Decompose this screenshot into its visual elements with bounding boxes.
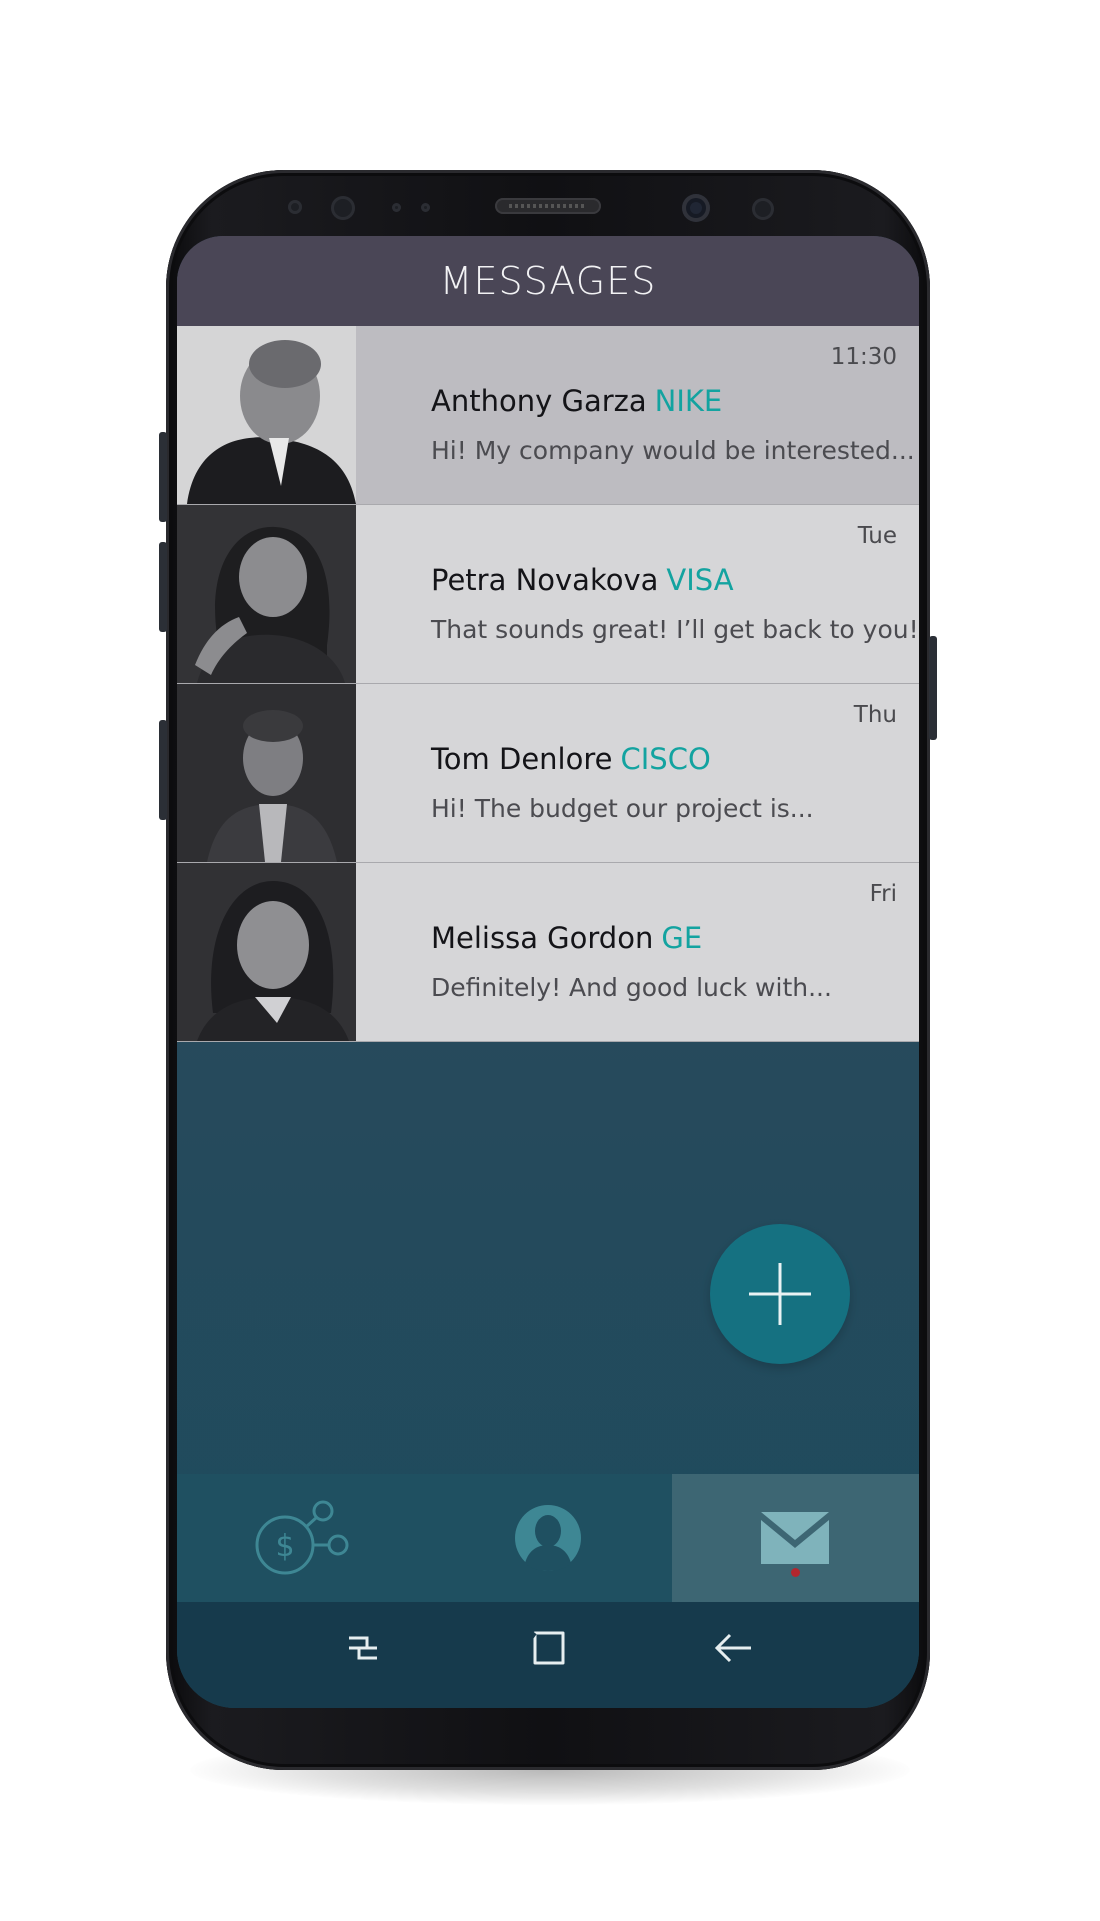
unread-indicator <box>791 1568 801 1577</box>
light-sensor-icon <box>421 203 430 212</box>
message-timestamp: 11:30 <box>830 344 897 370</box>
message-list: 11:30 Anthony Garza NIKE Hi! My company w… <box>177 326 919 1042</box>
mail-icon <box>761 1512 830 1564</box>
recent-apps-button[interactable] <box>338 1623 388 1673</box>
plus-icon <box>749 1263 811 1325</box>
message-row-petra-novakova[interactable]: Tue Petra Novakova VISA That sounds great… <box>177 505 919 684</box>
power-button <box>929 636 937 740</box>
message-timestamp: Fri <box>869 881 897 907</box>
message-preview: Definitely! And good luck with... <box>431 973 832 1002</box>
bixby-button <box>159 720 167 820</box>
page-title: MESSAGES <box>439 259 657 303</box>
bottom-nav: $ <box>177 1474 919 1602</box>
earpiece-speaker <box>495 198 601 214</box>
sensor-icon <box>288 200 302 214</box>
message-sender: Petra Novakova VISA <box>431 563 734 597</box>
tab-messages[interactable] <box>671 1474 919 1602</box>
iris-camera-icon <box>752 198 774 220</box>
proximity-sensor-icon <box>392 203 401 212</box>
screen: MESSAGES 11:30 Anthony Garza NIKE Hi! My… <box>177 236 919 1708</box>
sender-name: Melissa Gordon <box>431 921 654 955</box>
message-row-tom-denlore[interactable]: Thu Tom Denlore CISCO Hi! The budget our … <box>177 684 919 863</box>
sender-company: NIKE <box>654 384 723 418</box>
message-row-melissa-gordon[interactable]: Fri Melissa Gordon GE Definitely! And goo… <box>177 863 919 1042</box>
app-header: MESSAGES <box>177 236 919 326</box>
system-nav-bar <box>177 1602 919 1708</box>
avatar <box>177 326 356 504</box>
svg-text:$: $ <box>275 1529 294 1564</box>
message-timestamp: Tue <box>857 523 897 549</box>
stage: MESSAGES 11:30 Anthony Garza NIKE Hi! My… <box>0 0 1100 1921</box>
volume-down-button <box>159 542 167 632</box>
finance-network-icon: $ <box>255 1500 349 1575</box>
recent-apps-icon <box>349 1636 377 1660</box>
back-icon <box>714 1633 751 1663</box>
avatar <box>177 505 356 683</box>
avatar <box>177 863 356 1041</box>
sender-name: Anthony Garza <box>431 384 647 418</box>
message-row-anthony-garza[interactable]: 11:30 Anthony Garza NIKE Hi! My company w… <box>177 326 919 505</box>
new-message-button[interactable] <box>710 1224 850 1364</box>
tab-profile[interactable] <box>424 1474 671 1602</box>
sender-name: Petra Novakova <box>431 563 659 597</box>
home-icon <box>530 1631 565 1665</box>
sender-name: Tom Denlore <box>431 742 613 776</box>
home-button[interactable] <box>523 1623 573 1673</box>
tab-finance[interactable]: $ <box>177 1474 424 1602</box>
message-preview: Hi! The budget our project is... <box>431 794 814 823</box>
message-sender: Anthony Garza NIKE <box>431 384 722 418</box>
sender-company: VISA <box>666 563 734 597</box>
message-sender: Melissa Gordon GE <box>431 921 702 955</box>
back-button[interactable] <box>708 1623 758 1673</box>
front-camera-icon <box>682 194 710 222</box>
message-sender: Tom Denlore CISCO <box>431 742 711 776</box>
message-preview: Hi! My company would be interested... <box>431 436 915 465</box>
message-preview: That sounds great! I’ll get back to you! <box>431 615 919 644</box>
message-timestamp: Thu <box>853 702 897 728</box>
volume-up-button <box>159 432 167 522</box>
avatar <box>177 684 356 862</box>
iris-sensor-icon <box>331 196 355 220</box>
profile-icon <box>514 1505 581 1571</box>
sender-company: CISCO <box>620 742 711 776</box>
sender-company: GE <box>661 921 703 955</box>
